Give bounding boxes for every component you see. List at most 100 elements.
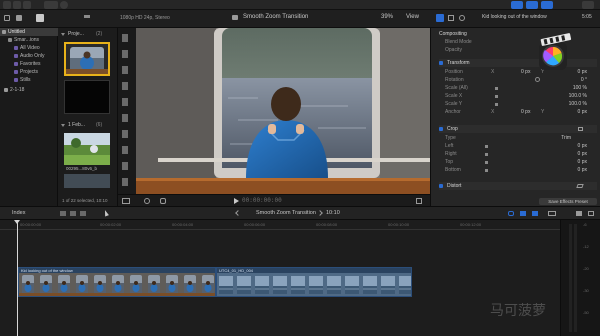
sidebar-item-label: Smar...ions [14, 37, 40, 43]
distort-enable-checkbox[interactable] [439, 184, 443, 188]
scale-x-value[interactable]: 100.0 % [569, 92, 587, 100]
scale-all-value[interactable]: 100 % [573, 84, 587, 92]
overwrite-clip-icon[interactable] [80, 211, 86, 216]
crop-type-select[interactable]: Trim [561, 134, 571, 142]
share-button[interactable] [582, 1, 594, 9]
play-icon[interactable] [234, 198, 239, 204]
sidebar-item-library[interactable]: Untitled [0, 28, 58, 36]
back-arrow-icon[interactable] [235, 210, 241, 216]
select-tool-icon[interactable] [103, 209, 109, 217]
scale-y-row[interactable]: Scale Y 100.0 % [439, 100, 597, 108]
transitions-browser-icon[interactable] [588, 211, 594, 216]
library-icon[interactable] [4, 15, 10, 21]
disclosure-triangle-icon[interactable] [61, 33, 65, 36]
crop-left-row[interactable]: Left 0 px [439, 142, 597, 150]
transform-enable-checkbox[interactable] [439, 61, 443, 65]
crop-top-value[interactable]: 0 px [578, 158, 587, 166]
rotation-value[interactable]: 0 ° [581, 76, 587, 84]
background-tasks-button[interactable] [44, 1, 58, 9]
viewer-timecode[interactable]: 00:00:00:00 [242, 197, 282, 204]
layout-browser-toggle[interactable] [511, 1, 523, 9]
filter-icon[interactable] [84, 15, 90, 21]
crop-bottom-row[interactable]: Bottom 0 px [439, 166, 597, 174]
crop-left-value[interactable]: 0 px [578, 142, 587, 150]
solo-icon[interactable] [520, 211, 526, 216]
audio-skimming-icon[interactable] [508, 211, 514, 216]
timeline-clip-2[interactable]: UTC4_01_HD_004 [216, 267, 412, 297]
crop-bottom-value[interactable]: 0 px [578, 166, 587, 174]
slider-knob-icon[interactable] [485, 145, 488, 148]
slider-knob-icon[interactable] [485, 169, 488, 172]
rotation-row[interactable]: Rotation 0 ° [439, 76, 597, 84]
forward-arrow-icon[interactable] [317, 210, 323, 216]
analyze-button[interactable] [23, 1, 31, 9]
crop-top-row[interactable]: Top 0 px [439, 158, 597, 166]
sidebar-item-audio-only[interactable]: Audio Only [0, 52, 44, 60]
enhance-icon[interactable] [144, 198, 150, 204]
anchor-x-value[interactable]: 0 px [521, 108, 530, 116]
insert-clip-icon[interactable] [70, 211, 76, 216]
anchor-row[interactable]: Anchor X 0 px Y 0 px [439, 108, 597, 116]
keyword-button[interactable] [13, 1, 21, 9]
inspector-video-tab-icon[interactable] [436, 14, 444, 22]
rotation-dial-icon[interactable] [535, 77, 540, 82]
sidebar-item-all-video[interactable]: All Video [0, 44, 40, 52]
sidebar-item-stills[interactable]: Stills [0, 76, 31, 84]
viewer-frame-image[interactable] [118, 28, 430, 194]
sidebar-item-favorites[interactable]: Favorites [0, 60, 41, 68]
anchor-y-value[interactable]: 0 px [578, 108, 587, 116]
effects-browser-icon[interactable] [576, 211, 582, 216]
distort-section-header[interactable]: Distort [439, 182, 597, 190]
save-effects-preset-button[interactable]: Save Effects Preset [539, 198, 597, 205]
browser-thumbnail-black[interactable] [64, 80, 110, 114]
disclosure-triangle-icon[interactable] [61, 124, 65, 127]
timeline-index-button[interactable]: Index [12, 210, 25, 216]
timeline-ruler[interactable]: 00:00:00:00 00:00:02:00 00:00:04:00 00:0… [0, 220, 560, 230]
folder-icon [8, 37, 12, 42]
crop-right-value[interactable]: 0 px [578, 150, 587, 158]
position-y-value[interactable]: 0 px [578, 68, 587, 76]
browser-thumbnail-project[interactable] [64, 42, 110, 76]
position-x-value[interactable]: 0 px [521, 68, 530, 76]
slider-knob-icon[interactable] [495, 95, 498, 98]
distort-onscreen-icon[interactable] [576, 184, 584, 188]
sidebar-item-event[interactable]: 2-1-18 [0, 86, 24, 94]
slider-knob-icon[interactable] [495, 103, 498, 106]
inspector-info-tab-icon[interactable] [448, 15, 454, 21]
speed-icon[interactable] [160, 198, 166, 204]
scale-x-row[interactable]: Scale X 100.0 % [439, 92, 597, 100]
slider-knob-icon[interactable] [495, 87, 498, 90]
crop-onscreen-icon[interactable] [578, 127, 583, 131]
scale-all-row[interactable]: Scale (All) 100 % [439, 84, 597, 92]
timeline-clip-1[interactable]: Kid looking out of the window [18, 267, 216, 297]
layout-inspector-toggle[interactable] [541, 1, 553, 9]
scale-y-value[interactable]: 100.0 % [569, 100, 587, 108]
zoom-select[interactable]: 39% [381, 14, 393, 20]
slider-knob-icon[interactable] [485, 161, 488, 164]
snapping-icon[interactable] [532, 211, 538, 216]
browser-thumbnail-clip[interactable] [64, 133, 110, 165]
sidebar-item-smart-collections[interactable]: Smar...ions [0, 36, 39, 44]
inspector-audio-tab-icon[interactable] [459, 15, 465, 21]
titles-icon[interactable] [36, 14, 44, 22]
crop-section-header[interactable]: Crop [439, 125, 597, 133]
share-status-icon[interactable] [60, 1, 68, 9]
crop-type-row[interactable]: Type Trim [439, 134, 597, 142]
import-button[interactable] [3, 1, 11, 9]
watermark: 马可菠萝 [490, 303, 546, 319]
browser-thumbnail-clip-2[interactable] [64, 174, 110, 188]
photos-icon[interactable] [16, 15, 22, 21]
playhead-handle-icon[interactable] [14, 220, 20, 224]
crop-enable-checkbox[interactable] [439, 127, 443, 131]
sidebar-item-label: Favorites [20, 61, 41, 67]
clip-appearance-icon[interactable] [548, 211, 556, 216]
fullscreen-icon[interactable] [416, 198, 422, 204]
sidebar-item-projects[interactable]: Projects [0, 68, 38, 76]
slider-knob-icon[interactable] [485, 153, 488, 156]
append-clip-icon[interactable] [60, 211, 66, 216]
transform-tool-icon[interactable] [122, 198, 130, 204]
layout-timeline-toggle[interactable] [526, 1, 538, 9]
ruler-label: 00:00:02:00 [100, 222, 122, 227]
view-menu[interactable]: View [406, 14, 419, 20]
crop-right-row[interactable]: Right 0 px [439, 150, 597, 158]
